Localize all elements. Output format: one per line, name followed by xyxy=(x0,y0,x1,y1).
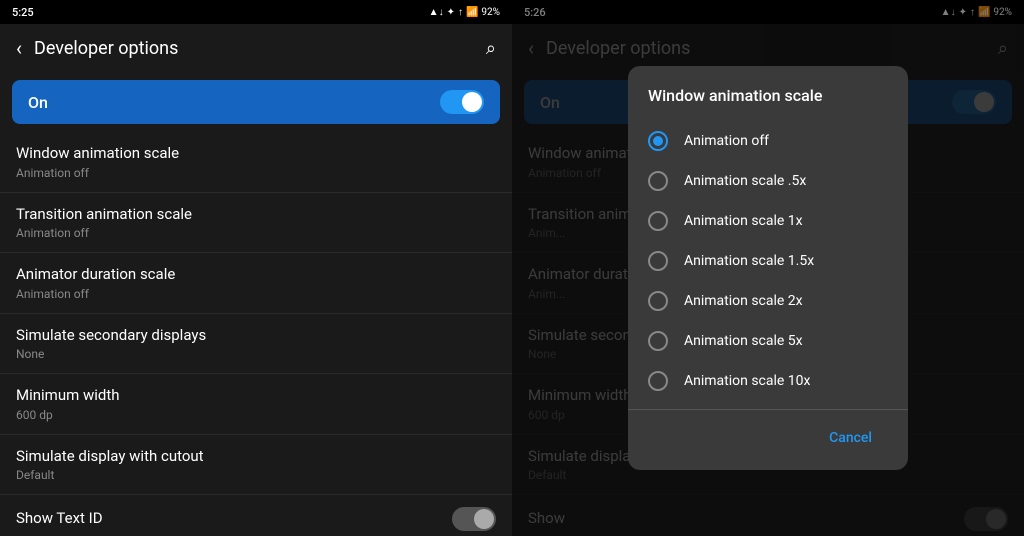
left-show-text-toggle[interactable] xyxy=(452,507,496,531)
left-setting-sub-3: None xyxy=(16,347,496,361)
window-animation-dialog: Window animation scale Animation off Ani… xyxy=(628,66,908,470)
radio-circle-3 xyxy=(648,251,668,271)
left-search-icon[interactable]: ⌕ xyxy=(478,30,504,67)
radio-circle-6 xyxy=(648,371,668,391)
left-setting-transition-animation[interactable]: Transition animation scale Animation off xyxy=(0,193,512,254)
radio-label-2: Animation scale 1x xyxy=(684,213,803,229)
dialog-title: Window animation scale xyxy=(628,66,908,117)
radio-label-5: Animation scale 5x xyxy=(684,333,803,349)
dialog-option-4[interactable]: Animation scale 2x xyxy=(628,281,908,321)
radio-label-4: Animation scale 2x xyxy=(684,293,803,309)
left-toggle-knob xyxy=(462,92,482,112)
left-show-text-knob xyxy=(474,509,494,529)
dialog-overlay: Window animation scale Animation off Ani… xyxy=(512,0,1024,536)
left-on-toggle-row[interactable]: On xyxy=(12,80,500,124)
left-back-button[interactable]: ‹ xyxy=(8,28,30,68)
dialog-option-6[interactable]: Animation scale 10x xyxy=(628,361,908,401)
dialog-options-list: Animation off Animation scale .5x Animat… xyxy=(628,117,908,405)
dialog-option-1[interactable]: Animation scale .5x xyxy=(628,161,908,201)
left-setting-sub-5: Default xyxy=(16,468,496,482)
left-setting-sub-1: Animation off xyxy=(16,226,496,240)
left-setting-animator-duration[interactable]: Animator duration scale Animation off xyxy=(0,253,512,314)
left-page-title: Developer options xyxy=(34,38,478,59)
dialog-option-0[interactable]: Animation off xyxy=(628,121,908,161)
left-setting-sub-2: Animation off xyxy=(16,287,496,301)
left-setting-title-2: Animator duration scale xyxy=(16,265,496,285)
radio-circle-5 xyxy=(648,331,668,351)
left-status-bar: 5:25 ▲↓ ✦ ↑ 📶 92% xyxy=(0,0,512,24)
left-status-icons: ▲↓ ✦ ↑ 📶 92% xyxy=(429,7,500,18)
dialog-option-2[interactable]: Animation scale 1x xyxy=(628,201,908,241)
left-on-toggle[interactable] xyxy=(440,90,484,114)
left-setting-minimum-width[interactable]: Minimum width 600 dp xyxy=(0,374,512,435)
radio-label-0: Animation off xyxy=(684,133,769,149)
left-setting-title-1: Transition animation scale xyxy=(16,205,496,225)
left-setting-sub-4: 600 dp xyxy=(16,408,496,422)
left-setting-window-animation[interactable]: Window animation scale Animation off xyxy=(0,132,512,193)
radio-circle-2 xyxy=(648,211,668,231)
left-on-label: On xyxy=(28,93,48,112)
left-setting-title-5: Simulate display with cutout xyxy=(16,447,496,467)
left-top-bar: ‹ Developer options ⌕ xyxy=(0,24,512,72)
radio-inner-0 xyxy=(653,136,663,146)
radio-label-3: Animation scale 1.5x xyxy=(684,253,814,269)
left-settings-list: Window animation scale Animation off Tra… xyxy=(0,132,512,536)
radio-label-6: Animation scale 10x xyxy=(684,373,811,389)
dialog-option-5[interactable]: Animation scale 5x xyxy=(628,321,908,361)
left-setting-sub-0: Animation off xyxy=(16,166,496,180)
radio-circle-4 xyxy=(648,291,668,311)
dialog-option-3[interactable]: Animation scale 1.5x xyxy=(628,241,908,281)
radio-circle-1 xyxy=(648,171,668,191)
radio-label-1: Animation scale .5x xyxy=(684,173,806,189)
left-setting-title-4: Minimum width xyxy=(16,386,496,406)
dialog-divider xyxy=(628,409,908,410)
left-setting-title-6: Show Text ID xyxy=(16,509,452,529)
cancel-button[interactable]: Cancel xyxy=(813,422,888,454)
left-setting-simulate-secondary[interactable]: Simulate secondary displays None xyxy=(0,314,512,375)
dialog-actions: Cancel xyxy=(628,414,908,470)
left-setting-title-0: Window animation scale xyxy=(16,144,496,164)
left-setting-simulate-cutout[interactable]: Simulate display with cutout Default xyxy=(0,435,512,496)
left-setting-show-text-id[interactable]: Show Text ID xyxy=(0,495,512,536)
left-setting-title-3: Simulate secondary displays xyxy=(16,326,496,346)
radio-circle-0 xyxy=(648,131,668,151)
left-phone-panel: 5:25 ▲↓ ✦ ↑ 📶 92% ‹ Developer options ⌕ … xyxy=(0,0,512,536)
left-status-time: 5:25 xyxy=(12,6,34,19)
right-phone-panel: 5:26 ▲↓ ✦ ↑ 📶 92% ‹ Developer options ⌕ … xyxy=(512,0,1024,536)
